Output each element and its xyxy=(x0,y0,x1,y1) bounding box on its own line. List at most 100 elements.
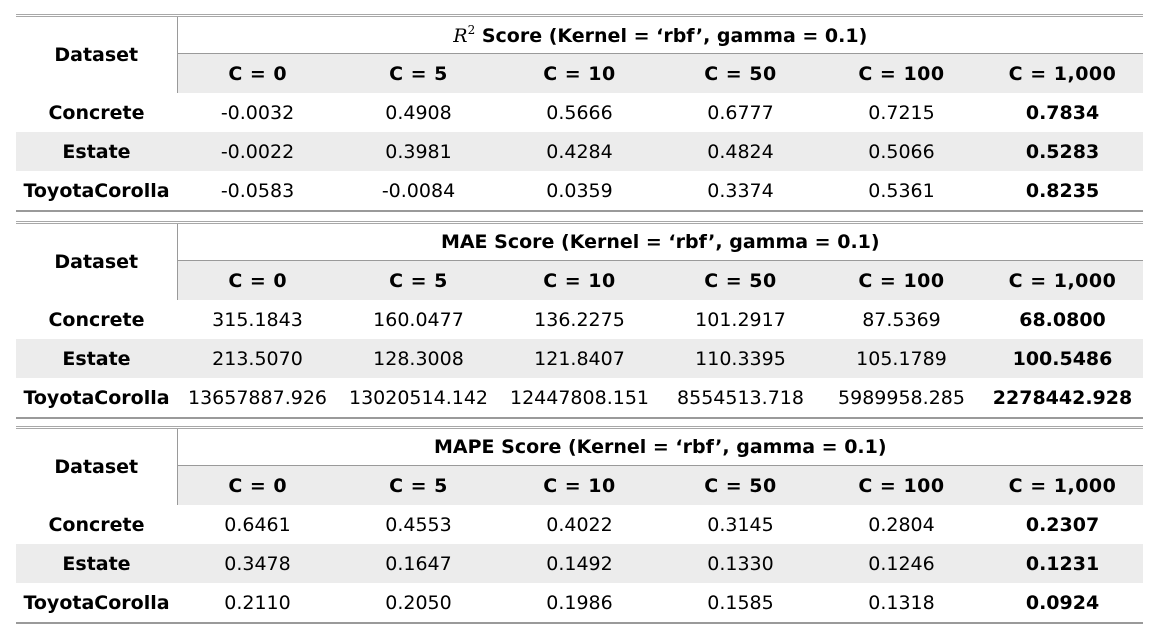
column-header: C = 5 xyxy=(338,53,499,93)
table-cell: 128.3008 xyxy=(338,339,499,378)
dataset-name: ToyotaCorolla xyxy=(23,386,170,409)
column-header: C = 5 xyxy=(338,465,499,505)
table-row: Concrete 0.6461 0.4553 0.4022 0.3145 0.2… xyxy=(16,505,1143,544)
dataset-name: Concrete xyxy=(48,308,145,331)
table-cell: 0.4908 xyxy=(385,101,452,124)
score-tables-page: Dataset R2 Score (Kernel = ‘rbf’, gamma … xyxy=(0,0,1163,644)
table-cell: 105.1789 xyxy=(821,339,982,378)
dataset-name: Concrete xyxy=(48,101,145,124)
table-row: Estate 213.5070 128.3008 121.8407 110.33… xyxy=(16,339,1143,378)
dataset-header: Dataset xyxy=(16,429,178,505)
table-row: ToyotaCorolla -0.0583 -0.0084 0.0359 0.3… xyxy=(16,171,1143,210)
table-cell: 0.6777 xyxy=(707,101,774,124)
table-cell: 0.7215 xyxy=(868,101,935,124)
table-title: MAPE Score (Kernel = ‘rbf’, gamma = 0.1) xyxy=(177,429,1144,466)
mae-score-block: Dataset MAE Score (Kernel = ‘rbf’, gamma… xyxy=(16,221,1143,419)
table-title-text: Score (Kernel = ‘rbf’, gamma = 0.1) xyxy=(475,25,868,47)
table-cell: 0.5066 xyxy=(821,132,982,171)
dataset-header: Dataset xyxy=(16,17,178,93)
table-cell: -0.0022 xyxy=(177,132,338,171)
column-header: C = 50 xyxy=(660,465,821,505)
table-cell: 136.2275 xyxy=(534,308,625,331)
best-cell: 0.2307 xyxy=(1025,513,1100,536)
table-cell: 0.4022 xyxy=(546,513,613,536)
best-cell: 68.0800 xyxy=(1019,308,1106,331)
column-header: C = 100 xyxy=(821,260,982,300)
dataset-header: Dataset xyxy=(16,224,178,300)
column-header: C = 5 xyxy=(338,260,499,300)
column-header-row: C = 0 C = 5 C = 10 C = 50 C = 100 C = 1,… xyxy=(16,53,1144,93)
bottom-rule xyxy=(16,210,1143,212)
table-cell: 0.2050 xyxy=(385,591,452,614)
table-cell: 110.3395 xyxy=(660,339,821,378)
column-header: C = 0 xyxy=(177,260,338,300)
column-header: C = 1,000 xyxy=(982,465,1144,505)
mae-score-table: Dataset MAE Score (Kernel = ‘rbf’, gamma… xyxy=(16,224,1143,417)
table-cell: 0.2804 xyxy=(868,513,935,536)
table-row: ToyotaCorolla 0.2110 0.2050 0.1986 0.158… xyxy=(16,583,1143,622)
best-cell: 2278442.928 xyxy=(992,386,1133,409)
table-cell: 0.1585 xyxy=(707,591,774,614)
best-cell: 0.1231 xyxy=(982,544,1144,583)
table-cell: 0.0359 xyxy=(546,179,613,202)
column-header: C = 100 xyxy=(821,53,982,93)
table-cell: 0.3145 xyxy=(707,513,774,536)
column-header: C = 10 xyxy=(499,465,660,505)
table-cell: 5989958.285 xyxy=(838,386,965,409)
column-header: C = 10 xyxy=(499,53,660,93)
metric-symbol: R xyxy=(453,25,468,47)
r2-score-table: Dataset R2 Score (Kernel = ‘rbf’, gamma … xyxy=(16,17,1144,210)
table-cell: 121.8407 xyxy=(499,339,660,378)
table-cell: 13657887.926 xyxy=(187,386,327,409)
table-cell: 0.3478 xyxy=(177,544,338,583)
table-row: ToyotaCorolla 13657887.926 13020514.142 … xyxy=(16,378,1143,417)
table-cell: 213.5070 xyxy=(177,339,338,378)
best-cell: 0.0924 xyxy=(1025,591,1100,614)
table-cell: 315.1843 xyxy=(212,308,303,331)
table-cell: 87.5369 xyxy=(862,308,941,331)
mape-score-block: Dataset MAPE Score (Kernel = ‘rbf’, gamm… xyxy=(16,426,1144,624)
table-cell: 101.2917 xyxy=(695,308,786,331)
table-cell: 8554513.718 xyxy=(677,386,804,409)
table-cell: 0.3981 xyxy=(338,132,499,171)
r2-score-block: Dataset R2 Score (Kernel = ‘rbf’, gamma … xyxy=(16,14,1144,212)
table-cell: 0.6461 xyxy=(224,513,291,536)
table-cell: 0.1492 xyxy=(499,544,660,583)
table-cell: -0.0084 xyxy=(381,179,456,202)
column-header-row: C = 0 C = 5 C = 10 C = 50 C = 100 C = 1,… xyxy=(16,465,1144,505)
table-row: Estate 0.3478 0.1647 0.1492 0.1330 0.124… xyxy=(16,544,1144,583)
table-title: R2 Score (Kernel = ‘rbf’, gamma = 0.1) xyxy=(177,17,1144,54)
table-row: Concrete 315.1843 160.0477 136.2275 101.… xyxy=(16,300,1143,339)
dataset-name: Estate xyxy=(16,339,177,378)
column-header: C = 50 xyxy=(660,260,821,300)
dataset-name: Estate xyxy=(16,132,177,171)
bottom-rule xyxy=(16,622,1143,624)
table-title-row: Dataset MAPE Score (Kernel = ‘rbf’, gamm… xyxy=(16,429,1144,505)
dataset-name: Estate xyxy=(16,544,177,583)
table-cell: -0.0032 xyxy=(220,101,295,124)
table-row: Concrete -0.0032 0.4908 0.5666 0.6777 0.… xyxy=(16,93,1143,132)
table-cell: 0.4553 xyxy=(385,513,452,536)
table-cell: 0.3374 xyxy=(707,179,774,202)
bottom-rule xyxy=(16,417,1143,419)
column-header: C = 1,000 xyxy=(982,260,1143,300)
dataset-name: Concrete xyxy=(48,513,145,536)
column-header: C = 1,000 xyxy=(982,53,1144,93)
table-cell: -0.0583 xyxy=(220,179,295,202)
column-header: C = 10 xyxy=(499,260,660,300)
column-header: C = 50 xyxy=(660,53,821,93)
table-title: MAE Score (Kernel = ‘rbf’, gamma = 0.1) xyxy=(177,224,1143,261)
table-cell: 160.0477 xyxy=(373,308,464,331)
table-row: Estate -0.0022 0.3981 0.4284 0.4824 0.50… xyxy=(16,132,1144,171)
column-header: C = 0 xyxy=(177,53,338,93)
table-cell: 12447808.151 xyxy=(509,386,649,409)
table-cell: 0.4824 xyxy=(660,132,821,171)
table-cell: 0.5361 xyxy=(868,179,935,202)
best-cell: 0.8235 xyxy=(1025,179,1100,202)
table-cell: 0.2110 xyxy=(224,591,291,614)
dataset-name: ToyotaCorolla xyxy=(23,179,170,202)
best-cell: 100.5486 xyxy=(982,339,1143,378)
table-cell: 0.1986 xyxy=(546,591,613,614)
table-cell: 0.1246 xyxy=(821,544,982,583)
table-cell: 0.4284 xyxy=(499,132,660,171)
